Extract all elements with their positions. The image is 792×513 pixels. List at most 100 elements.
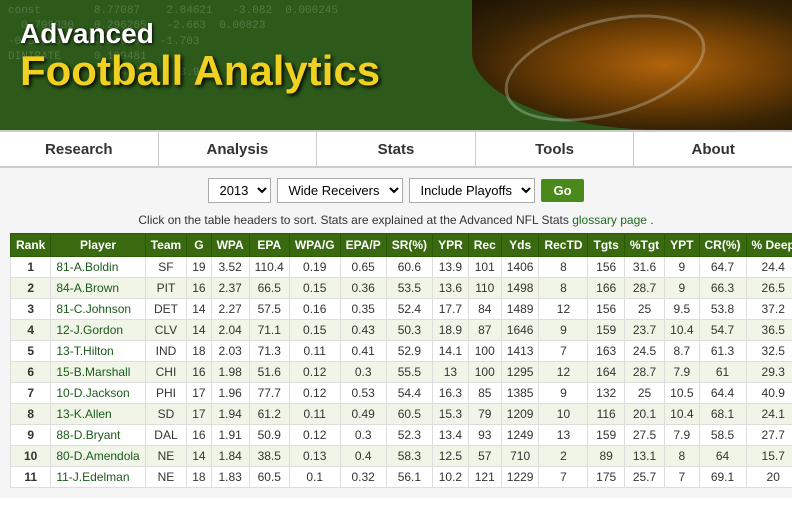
year-select[interactable]: 2013 [208,178,271,203]
nav-about[interactable]: About [634,132,792,166]
table-col-rec[interactable]: Rec [468,234,501,257]
stat-cell: 0.15 [289,320,340,341]
position-select[interactable]: Wide Receivers [277,178,403,203]
stat-cell: 61 [699,362,746,383]
stat-cell: 2.04 [211,320,249,341]
nav-analysis[interactable]: Analysis [159,132,318,166]
stat-cell: 0.12 [289,425,340,446]
player-cell[interactable]: 10-D.Jackson [51,383,145,404]
table-col-rank[interactable]: Rank [11,234,51,257]
table-col-g[interactable]: G [187,234,211,257]
go-button[interactable]: Go [541,179,583,202]
stat-cell: 164 [588,362,624,383]
table-col-ypt[interactable]: YPT [665,234,699,257]
player-cell[interactable]: 12-J.Gordon [51,320,145,341]
stat-cell: 50.3 [386,320,432,341]
stat-cell: 1489 [501,299,539,320]
main-nav: Research Analysis Stats Tools About [0,130,792,168]
table-col-yds[interactable]: Yds [501,234,539,257]
table-header-row: RankPlayerTeamGWPAEPAWPA/GEPA/PSR(%)YPRR… [11,234,792,257]
table-col-wpa[interactable]: WPA [211,234,249,257]
stat-cell: 64 [699,446,746,467]
player-cell[interactable]: 81-A.Boldin [51,257,145,278]
nav-research[interactable]: Research [0,132,159,166]
info-text-1: Click on the table headers to sort. Stat… [138,213,568,227]
stat-cell: 36.5 [746,320,792,341]
table-col-rectd[interactable]: RecTD [539,234,588,257]
stat-cell: 17 [187,404,211,425]
stat-cell: 14 [187,320,211,341]
stat-cell: 101 [468,257,501,278]
table-col-player[interactable]: Player [51,234,145,257]
stat-cell: 55.5 [386,362,432,383]
table-col-deep[interactable]: % Deep [746,234,792,257]
table-col-tgts[interactable]: Tgts [588,234,624,257]
nav-tools[interactable]: Tools [476,132,635,166]
table-col-team[interactable]: Team [145,234,186,257]
stat-cell: 77.7 [249,383,289,404]
table-col-cr[interactable]: CR(%) [699,234,746,257]
playoff-select[interactable]: Include Playoffs [409,178,535,203]
table-col-sr[interactable]: SR(%) [386,234,432,257]
stat-cell: 132 [588,383,624,404]
rank-cell: 4 [11,320,51,341]
stat-cell: 12.5 [433,446,469,467]
stat-cell: 29.3 [746,362,792,383]
stat-cell: 9.5 [665,299,699,320]
player-cell[interactable]: 84-A.Brown [51,278,145,299]
stat-cell: 68.1 [699,404,746,425]
table-col-tgt[interactable]: %Tgt [624,234,664,257]
stat-cell: 0.3 [340,362,386,383]
stat-cell: 16 [187,278,211,299]
stat-cell: 8 [539,278,588,299]
info-text: Click on the table headers to sort. Stat… [0,209,792,233]
stat-cell: 2 [539,446,588,467]
stat-cell: 1413 [501,341,539,362]
stat-cell: 54.4 [386,383,432,404]
stat-cell: 10.2 [433,467,469,488]
stat-cell: DAL [145,425,186,446]
table-row: 381-C.JohnsonDET142.2757.50.160.3552.417… [11,299,792,320]
stat-cell: 156 [588,257,624,278]
stat-cell: 13 [539,425,588,446]
stat-cell: 60.6 [386,257,432,278]
player-cell[interactable]: 13-T.Hilton [51,341,145,362]
stat-cell: SD [145,404,186,425]
stat-cell: 7 [665,467,699,488]
stat-cell: 0.36 [340,278,386,299]
stat-cell: 1.98 [211,362,249,383]
table-row: 615-B.MarshallCHI161.9851.60.120.355.513… [11,362,792,383]
player-cell[interactable]: 80-D.Amendola [51,446,145,467]
stat-cell: 0.49 [340,404,386,425]
stat-cell: 53.8 [699,299,746,320]
stat-cell: 89 [588,446,624,467]
stat-cell: 7.9 [665,362,699,383]
player-cell[interactable]: 81-C.Johnson [51,299,145,320]
stat-cell: 71.3 [249,341,289,362]
stat-cell: 40.9 [746,383,792,404]
player-cell[interactable]: 11-J.Edelman [51,467,145,488]
table-col-ypr[interactable]: YPR [433,234,469,257]
stat-cell: 54.7 [699,320,746,341]
stat-cell: PHI [145,383,186,404]
player-cell[interactable]: 13-K.Allen [51,404,145,425]
stat-cell: 57 [468,446,501,467]
player-cell[interactable]: 88-D.Bryant [51,425,145,446]
table-col-epap[interactable]: EPA/P [340,234,386,257]
nav-stats[interactable]: Stats [317,132,476,166]
stat-cell: 0.12 [289,362,340,383]
table-col-epa[interactable]: EPA [249,234,289,257]
stat-cell: 18 [187,467,211,488]
stat-cell: 7 [539,467,588,488]
stats-table: RankPlayerTeamGWPAEPAWPA/GEPA/PSR(%)YPRR… [10,233,792,488]
glossary-link[interactable]: glossary page [572,213,647,227]
stat-cell: 121 [468,467,501,488]
rank-cell: 8 [11,404,51,425]
stat-cell: 10 [539,404,588,425]
stat-cell: 25 [624,383,664,404]
stat-cell: 0.1 [289,467,340,488]
stat-cell: 0.12 [289,383,340,404]
table-col-wpag[interactable]: WPA/G [289,234,340,257]
player-cell[interactable]: 15-B.Marshall [51,362,145,383]
stat-cell: IND [145,341,186,362]
